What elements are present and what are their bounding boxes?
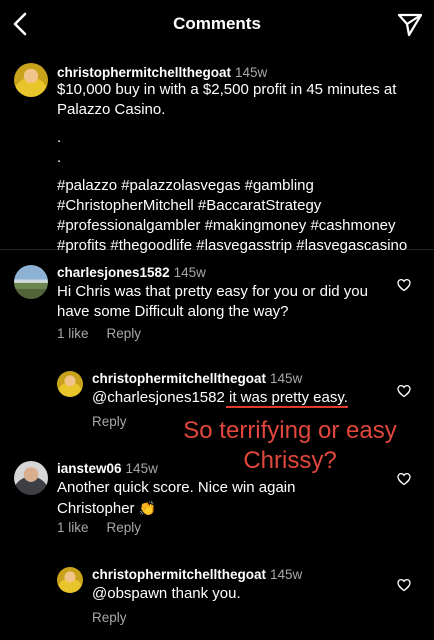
username[interactable]: christophermitchellthegoat bbox=[92, 371, 266, 386]
comment-text: @obspawn thank you. bbox=[92, 585, 241, 602]
reply-text: it was pretty easy bbox=[228, 389, 344, 406]
comment-text: Another quick score. Nice win again Chri… bbox=[57, 478, 295, 519]
comment-meta: Reply bbox=[92, 414, 145, 429]
comment-line-text: Christopher bbox=[57, 500, 135, 517]
paper-plane-icon bbox=[397, 13, 423, 37]
timestamp: 145w bbox=[235, 65, 268, 80]
comment-header: ianstew06 145w bbox=[57, 460, 158, 478]
reply-button[interactable]: Reply bbox=[107, 520, 142, 535]
reply-button[interactable]: Reply bbox=[92, 610, 127, 625]
hashtags-line[interactable]: #professionalgambler #makingmoney #cashm… bbox=[57, 216, 407, 236]
username[interactable]: charlesjones1582 bbox=[57, 265, 170, 280]
avatar[interactable] bbox=[14, 63, 48, 97]
comment-line: Another quick score. Nice win again bbox=[57, 479, 296, 496]
annotation-line: So terrifying or easy bbox=[183, 417, 397, 444]
heart-icon[interactable] bbox=[397, 472, 411, 486]
caption-line: $10,000 buy in with a $2,500 profit in 4… bbox=[57, 81, 397, 98]
username[interactable]: christophermitchellthegoat bbox=[92, 567, 266, 582]
caption-dot: . bbox=[57, 129, 62, 146]
share-button[interactable] bbox=[396, 10, 424, 38]
avatar[interactable] bbox=[14, 461, 48, 495]
caption-dot: . bbox=[57, 149, 62, 166]
comment-line: Christopher 👏 bbox=[57, 498, 295, 519]
hashtags-line[interactable]: #ChristopherMitchell #BaccaratStrategy bbox=[57, 196, 407, 216]
comment-reply: christophermitchellthegoat 145w @obspawn … bbox=[0, 564, 434, 634]
mention-link[interactable]: @charlesjones1582 bbox=[92, 389, 229, 406]
timestamp: 145w bbox=[173, 265, 206, 280]
post-caption: christophermitchellthegoat 145w $10,000 b… bbox=[0, 50, 434, 254]
page-title: Comments bbox=[173, 14, 261, 33]
reply-button[interactable]: Reply bbox=[92, 414, 127, 429]
timestamp: 145w bbox=[270, 371, 303, 386]
comment-text: Hi Chris was that pretty easy for you or… bbox=[57, 282, 368, 322]
username[interactable]: ianstew06 bbox=[57, 461, 122, 476]
likes-count[interactable]: 1 like bbox=[57, 326, 89, 341]
avatar[interactable] bbox=[57, 567, 83, 593]
heart-icon[interactable] bbox=[397, 578, 411, 592]
comment-meta: Reply bbox=[92, 610, 145, 625]
reply-period: . bbox=[343, 389, 348, 406]
top-bar: Comments bbox=[0, 0, 434, 50]
comment-line: have some Difficult along the way? bbox=[57, 303, 289, 320]
username[interactable]: christophermitchellthegoat bbox=[57, 65, 231, 80]
avatar[interactable] bbox=[14, 265, 48, 299]
clapping-hands-emoji: 👏 bbox=[138, 500, 157, 516]
comment-meta: 1 like Reply bbox=[57, 326, 159, 341]
comment-header: charlesjones1582 145w bbox=[57, 264, 206, 282]
comment: ianstew06 145w Another quick score. Nice … bbox=[0, 458, 434, 540]
caption-text: $10,000 buy in with a $2,500 profit in 4… bbox=[57, 80, 407, 256]
caption-line: Palazzo Casino. bbox=[57, 101, 166, 118]
reply-button[interactable]: Reply bbox=[107, 326, 142, 341]
likes-count[interactable]: 1 like bbox=[57, 520, 89, 535]
hashtags-line[interactable]: #profits #thegoodlife #lasvegasstrip #la… bbox=[57, 236, 407, 256]
hashtags-line[interactable]: #palazzo #palazzolasvegas #gambling bbox=[57, 176, 407, 196]
comment-text: @charlesjones1582 it was pretty easy. bbox=[92, 388, 348, 408]
comment-line: Hi Chris was that pretty easy for you or… bbox=[57, 283, 368, 300]
red-underline-markup bbox=[226, 406, 348, 408]
heart-icon[interactable] bbox=[397, 278, 411, 292]
comment-header: christophermitchellthegoat 145w bbox=[92, 370, 302, 388]
timestamp: 145w bbox=[270, 567, 303, 582]
comment: charlesjones1582 145w Hi Chris was that p… bbox=[0, 262, 434, 354]
comment-header: christophermitchellthegoat 145w bbox=[92, 566, 302, 584]
heart-icon[interactable] bbox=[397, 384, 411, 398]
timestamp: 145w bbox=[125, 461, 158, 476]
avatar[interactable] bbox=[57, 371, 83, 397]
comment-meta: 1 like Reply bbox=[57, 520, 159, 535]
